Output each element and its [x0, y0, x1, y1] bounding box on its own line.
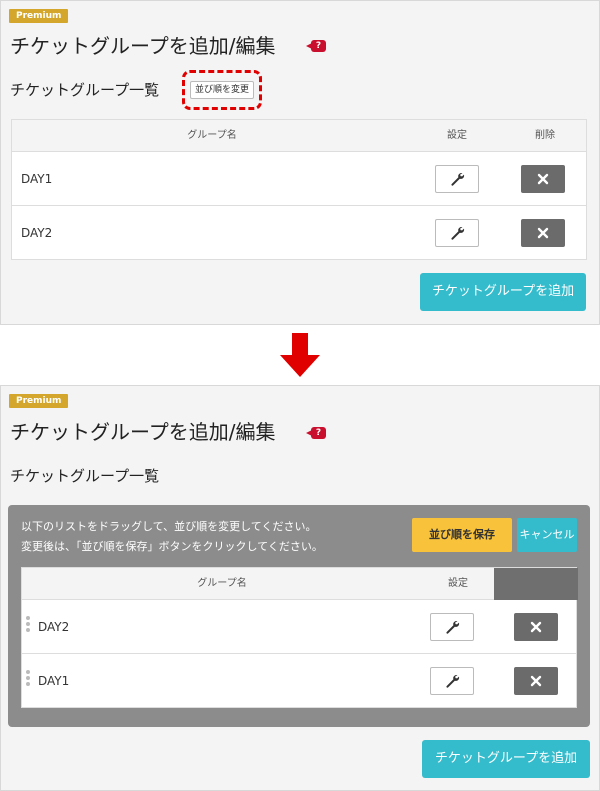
row-name: DAY2	[38, 620, 70, 634]
cancel-button[interactable]: キャンセル	[517, 518, 577, 552]
wrench-icon	[451, 173, 465, 186]
settings-button[interactable]	[435, 219, 479, 247]
settings-button[interactable]	[430, 613, 474, 641]
header-settings: 設定	[448, 578, 468, 589]
table-row[interactable]: DAY2	[22, 600, 576, 654]
highlight-annotation	[182, 70, 262, 110]
header-settings: 設定	[447, 130, 467, 141]
header-group-name: グループ名	[187, 130, 237, 141]
delete-button[interactable]	[521, 165, 565, 193]
premium-badge: Premium	[9, 394, 69, 408]
close-icon	[530, 675, 542, 687]
row-name: DAY1	[38, 674, 70, 688]
section-title: チケットグループ一覧	[10, 81, 160, 99]
row-name: DAY1	[21, 172, 53, 186]
table-row[interactable]: DAY1	[22, 654, 576, 708]
page-title: チケットグループを追加/編集	[10, 420, 276, 444]
settings-button[interactable]	[435, 165, 479, 193]
ticket-group-table: グループ名 設定 DAY2 DAY1	[21, 567, 578, 708]
table-header: グループ名 設定 削除	[12, 120, 586, 152]
delete-button[interactable]	[521, 219, 565, 247]
premium-badge: Premium	[9, 9, 69, 23]
table-header: グループ名 設定	[22, 568, 578, 600]
help-icon[interactable]: ?	[306, 427, 326, 439]
instruction-line: 以下のリストをドラッグして、並び順を変更してください。	[21, 520, 317, 533]
settings-button[interactable]	[430, 667, 474, 695]
instruction-line: 変更後は、「並び順を保存」ボタンをクリックしてください。	[21, 540, 323, 553]
header-group-name: グループ名	[197, 578, 247, 589]
drag-handle-icon[interactable]	[26, 615, 32, 635]
delete-button[interactable]	[514, 667, 558, 695]
add-ticket-group-button[interactable]: チケットグループを追加	[422, 740, 590, 778]
drag-handle-icon[interactable]	[26, 669, 32, 689]
close-icon	[537, 227, 549, 239]
header-delete-placeholder	[494, 568, 578, 600]
wrench-icon	[446, 675, 460, 688]
section-title: チケットグループ一覧	[10, 467, 160, 485]
help-icon[interactable]: ?	[306, 40, 326, 52]
close-icon	[530, 621, 542, 633]
header-delete: 削除	[535, 130, 555, 141]
delete-button[interactable]	[514, 613, 558, 641]
save-order-button[interactable]: 並び順を保存	[412, 518, 512, 552]
add-ticket-group-button[interactable]: チケットグループを追加	[420, 273, 586, 311]
wrench-icon	[446, 621, 460, 634]
table-row: DAY2	[12, 206, 586, 260]
page-title: チケットグループを追加/編集	[10, 34, 276, 58]
ticket-group-table: グループ名 設定 削除 DAY1 DAY2	[11, 119, 587, 260]
wrench-icon	[451, 227, 465, 240]
close-icon	[537, 173, 549, 185]
table-row: DAY1	[12, 152, 586, 206]
down-arrow-icon	[280, 333, 320, 381]
row-name: DAY2	[21, 226, 53, 240]
